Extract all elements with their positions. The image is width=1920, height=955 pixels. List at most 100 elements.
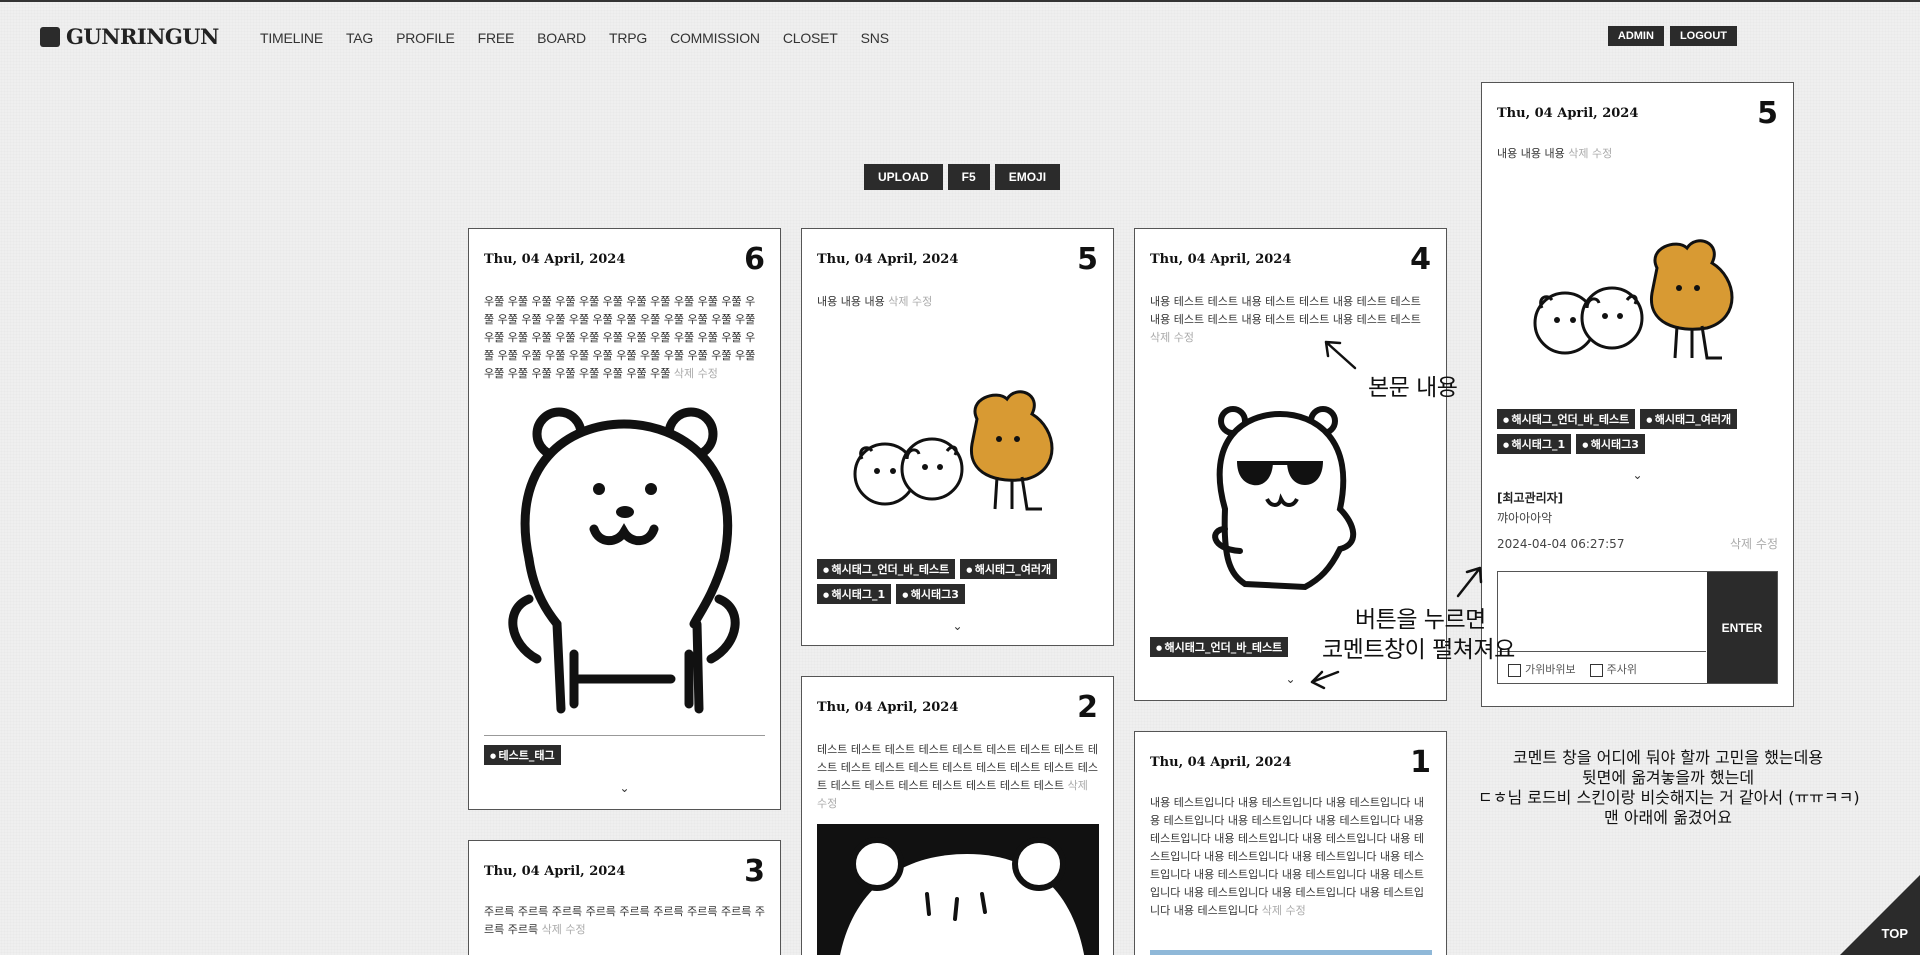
top-label[interactable]: TOP — [1882, 926, 1909, 941]
annotation-memo: 코멘트 창을 어디에 둬야 할까 고민을 했는데용 뒷면에 옮겨놓을까 했는데 … — [1478, 748, 1860, 828]
post-text: 주르륵 주르륵 주르륵 주르륵 주르륵 주르륵 주르륵 주르륵 주르륵 주르륵 — [484, 905, 765, 936]
post-number: 2 — [1077, 689, 1098, 725]
edit-link[interactable]: 수정 — [1592, 147, 1612, 160]
pouch-friends-image — [1533, 239, 1734, 360]
edit-link[interactable]: 수정 — [1285, 904, 1305, 917]
upload-button[interactable]: UPLOAD — [864, 164, 943, 190]
post-text: 내용 내용 내용 — [817, 295, 885, 308]
comment-delete-link[interactable]: 삭제 — [1730, 537, 1752, 551]
tag-chip[interactable]: 해시태그_언더_바_테스트 — [1150, 637, 1289, 657]
post-card-5: Thu, 04 April, 2024 5 내용 내용 내용 삭제 수정 해시태… — [801, 228, 1114, 646]
post-date: Thu, 04 April, 2024 — [484, 251, 626, 267]
edit-link[interactable]: 수정 — [817, 797, 837, 810]
annotation-body: 본문 내용 — [1368, 375, 1458, 401]
tag-chip[interactable]: 해시태그_언더_바_테스트 — [1497, 409, 1636, 429]
pouch-friends-image — [853, 390, 1054, 511]
annotation-button-line1: 버튼을 누르면 — [1355, 607, 1486, 633]
sunglasses-bear-image — [1212, 406, 1357, 591]
post-body: 내용 테스트 테스트 내용 테스트 테스트 내용 테스트 테스트 내용 테스트 … — [1150, 293, 1431, 347]
tag-list: 해시태그_언더_바_테스트 해시태그_여러개 해시태그_1 해시태그3 — [817, 559, 1098, 604]
site-logo[interactable]: GUNRINGUN — [40, 24, 219, 49]
tag-list: 해시태그_언더_바_테스트 해시태그_여러개 해시태그_1 해시태그3 — [1497, 409, 1778, 454]
post-date: Thu, 04 April, 2024 — [1150, 754, 1292, 770]
delete-link[interactable]: 삭제 — [542, 923, 562, 936]
nav-tag[interactable]: TAG — [346, 30, 373, 46]
nav-timeline[interactable]: TIMELINE — [260, 30, 323, 46]
delete-link[interactable]: 삭제 — [1068, 779, 1088, 792]
checkbox-icon[interactable] — [1589, 663, 1603, 677]
post-date: Thu, 04 April, 2024 — [1497, 105, 1639, 121]
post-image-strip — [1150, 950, 1432, 955]
tag-chip[interactable]: 해시태그_1 — [1497, 434, 1572, 454]
nav-trpg[interactable]: TRPG — [609, 30, 647, 46]
post-number: 1 — [1410, 744, 1431, 780]
chevron-up-icon[interactable]: ⌄ — [1632, 468, 1642, 482]
edit-link[interactable]: 수정 — [912, 295, 932, 308]
comment-text: 꺄아아아악 — [1497, 511, 1553, 525]
post-body: 주르륵 주르륵 주르륵 주르륵 주르륵 주르륵 주르륵 주르륵 주르륵 주르륵 … — [484, 903, 765, 939]
memo-line: 코멘트 창을 어디에 둬야 할까 고민을 했는데용 — [1512, 748, 1824, 767]
logo-text: GUNRINGUN — [66, 24, 219, 49]
comment-edit-link[interactable]: 수정 — [1756, 537, 1778, 551]
toolbar: UPLOAD F5 EMOJI — [864, 164, 1061, 190]
nav-profile[interactable]: PROFILE — [396, 30, 455, 46]
nav-commission[interactable]: COMMISSION — [670, 30, 760, 46]
comment-form: ENTER 가위바위보 주사위 — [1497, 571, 1778, 684]
enter-button[interactable]: ENTER — [1707, 572, 1777, 683]
comment-options: 가위바위보 주사위 — [1508, 661, 1637, 677]
nav-board[interactable]: BOARD — [537, 30, 586, 46]
post-text: 내용 테스트 테스트 내용 테스트 테스트 내용 테스트 테스트 내용 테스트 … — [1150, 295, 1421, 326]
post-body: 우쭐 우쭐 우쭐 우쭐 우쭐 우쭐 우쭐 우쭐 우쭐 우쭐 우쭐 우쭐 우쭐 우… — [484, 293, 765, 383]
dice-option[interactable]: 주사위 — [1589, 661, 1637, 677]
comment-datetime: 2024-04-04 06:27:57 — [1497, 537, 1625, 551]
delete-link[interactable]: 삭제 — [674, 367, 694, 380]
bear-closeup-image — [817, 824, 1099, 955]
delete-link[interactable]: 삭제 — [888, 295, 908, 308]
tag-chip[interactable]: 해시태그_여러개 — [960, 559, 1058, 579]
post-number: 5 — [1757, 95, 1778, 131]
tag-chip[interactable]: 해시태그3 — [1576, 434, 1645, 454]
post-body: 내용 내용 내용 삭제 수정 — [1497, 145, 1778, 163]
nav-free[interactable]: FREE — [478, 30, 515, 46]
tag-chip[interactable]: 테스트_태그 — [484, 745, 561, 765]
post-card-5-expanded: Thu, 04 April, 2024 5 내용 내용 내용 삭제 수정 해시태… — [1481, 82, 1794, 707]
rps-option[interactable]: 가위바위보 — [1508, 661, 1576, 677]
chevron-down-icon[interactable]: ⌄ — [1285, 672, 1295, 686]
tag-chip[interactable]: 해시태그3 — [896, 584, 965, 604]
post-number: 5 — [1077, 241, 1098, 277]
scroll-top-button[interactable] — [1840, 875, 1920, 955]
post-body: 내용 테스트입니다 내용 테스트입니다 내용 테스트입니다 내용 테스트입니다 … — [1150, 794, 1431, 920]
logout-button[interactable]: LOGOUT — [1669, 26, 1737, 46]
delete-link[interactable]: 삭제 — [1150, 331, 1170, 344]
post-date: Thu, 04 April, 2024 — [817, 699, 959, 715]
refresh-button[interactable]: F5 — [947, 164, 990, 190]
post-card-1: Thu, 04 April, 2024 1 내용 테스트입니다 내용 테스트입니… — [1134, 731, 1447, 955]
delete-link[interactable]: 삭제 — [1262, 904, 1282, 917]
edit-link[interactable]: 수정 — [565, 923, 585, 936]
nav-sns[interactable]: SNS — [861, 30, 889, 46]
tag-chip[interactable]: 해시태그_언더_바_테스트 — [817, 559, 956, 579]
nav-closet[interactable]: CLOSET — [783, 30, 838, 46]
checkbox-icon[interactable] — [1508, 663, 1521, 677]
emoji-button[interactable]: EMOJI — [994, 164, 1061, 190]
tag-chip[interactable]: 해시태그_여러개 — [1640, 409, 1738, 429]
auth-buttons: ADMIN LOGOUT — [1607, 26, 1737, 46]
edit-link[interactable]: 수정 — [698, 367, 718, 380]
chevron-down-icon[interactable]: ⌄ — [619, 781, 629, 795]
dice-label: 주사위 — [1606, 663, 1637, 676]
post-date: Thu, 04 April, 2024 — [1150, 251, 1292, 267]
comment-input[interactable] — [1498, 572, 1706, 652]
edit-link[interactable]: 수정 — [1174, 331, 1194, 344]
chevron-down-icon[interactable]: ⌄ — [952, 619, 962, 633]
comment-author: [최고관리자] — [1497, 491, 1564, 505]
post-text: 테스트 테스트 테스트 테스트 테스트 테스트 테스트 테스트 테스트 테스트 … — [817, 743, 1098, 792]
post-card-2: Thu, 04 April, 2024 2 테스트 테스트 테스트 테스트 테스… — [801, 676, 1114, 955]
post-card-3: Thu, 04 April, 2024 3 주르륵 주르륵 주르륵 주르륵 주르… — [468, 840, 781, 955]
admin-button[interactable]: ADMIN — [1607, 26, 1664, 46]
post-date: Thu, 04 April, 2024 — [817, 251, 959, 267]
comment-actions: 삭제 수정 — [1730, 535, 1778, 552]
delete-link[interactable]: 삭제 — [1568, 147, 1588, 160]
memo-line: 맨 아래에 옮겼어요 — [1604, 808, 1732, 827]
tag-chip[interactable]: 해시태그_1 — [817, 584, 892, 604]
bear-image — [508, 407, 740, 714]
